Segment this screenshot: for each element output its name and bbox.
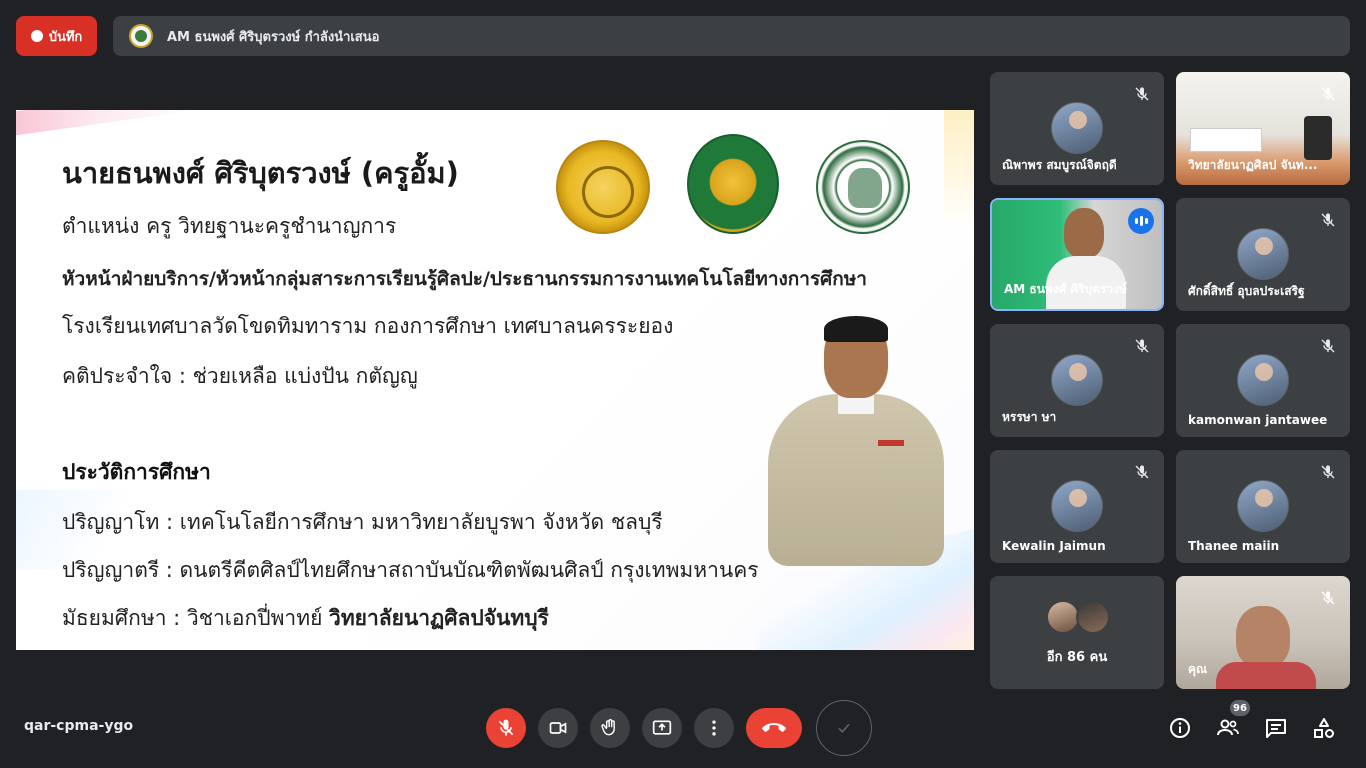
raise-hand-icon bbox=[601, 719, 615, 736]
participant-name: Kewalin Jaimun bbox=[1002, 539, 1106, 553]
education-bachelors: ปริญญาตรี : ดนตรีคีตศิลป์ไทยศึกษาสถาบันบ… bbox=[62, 558, 759, 582]
slide-school: โรงเรียนเทศบาลวัดโขดทิมทาราม กองการศึกษา… bbox=[62, 314, 674, 338]
university-seal-logo bbox=[556, 140, 650, 234]
mic-toggle-button[interactable] bbox=[486, 708, 526, 748]
education-secondary-prefix: มัธยมศึกษา : วิชาเอกปี่พาทย์ bbox=[62, 606, 330, 630]
mic-off-icon bbox=[1316, 334, 1340, 358]
participant-tile[interactable]: kamonwan jantawee bbox=[1176, 324, 1350, 437]
participant-tile[interactable]: ณิพาพร สมบูรณ์จิตฤดี bbox=[990, 72, 1164, 185]
participant-tile[interactable]: Thanee maiin bbox=[1176, 450, 1350, 563]
participant-name: ศักดิ์สิทธิ์ อุบลประเสริฐ bbox=[1188, 284, 1305, 298]
education-masters: ปริญญาโท : เทคโนโลยีการศึกษา มหาวิทยาลัย… bbox=[62, 510, 663, 534]
presentation-slide: นายธนพงศ์ ศิริบุตรวงษ์ (ครูอั้ม) ตำแหน่ง… bbox=[16, 110, 974, 650]
more-vert-icon bbox=[712, 720, 716, 736]
people-icon bbox=[1217, 719, 1239, 736]
people-button[interactable] bbox=[1214, 714, 1242, 742]
mic-off-icon bbox=[1130, 82, 1154, 106]
mic-off-icon bbox=[1130, 334, 1154, 358]
slide-decoration bbox=[16, 110, 197, 138]
slide-motto: คติประจำใจ : ช่วยเหลือ แบ่งปัน กตัญญู bbox=[62, 364, 418, 388]
avatar bbox=[1237, 480, 1289, 532]
activity-ring-button[interactable] bbox=[816, 700, 872, 756]
check-icon bbox=[838, 723, 850, 733]
hangup-icon bbox=[762, 723, 786, 732]
meet-window: บันทึก AM ธนพงศ์ ศิริบุตรวงษ์ กำลังนำเสน… bbox=[0, 0, 1366, 768]
mic-off-icon bbox=[1316, 208, 1340, 232]
avatar bbox=[1237, 354, 1289, 406]
presenter-avatar bbox=[129, 24, 153, 48]
slide-title: นายธนพงศ์ ศิริบุตรวงษ์ (ครูอั้ม) bbox=[62, 156, 459, 190]
education-secondary: มัธยมศึกษา : วิชาเอกปี่พาทย์ วิทยาลัยนาฏ… bbox=[62, 602, 549, 635]
participant-name: Thanee maiin bbox=[1188, 539, 1280, 553]
info-icon bbox=[1170, 718, 1190, 738]
presenter-portrait bbox=[768, 316, 944, 566]
more-options-button[interactable] bbox=[694, 708, 734, 748]
leave-call-button[interactable] bbox=[746, 708, 802, 748]
avatar bbox=[1051, 480, 1103, 532]
participant-tile[interactable]: ศักดิ์สิทธิ์ อุบลประเสริฐ bbox=[1176, 198, 1350, 311]
ministry-seal-logo bbox=[687, 134, 779, 234]
education-secondary-school: วิทยาลัยนาฏศิลปจันทบุรี bbox=[329, 606, 549, 630]
camera-toggle-button[interactable] bbox=[538, 708, 578, 748]
more-participants-label: อีก 86 คน bbox=[1046, 650, 1108, 665]
participant-count-badge: 96 bbox=[1230, 700, 1250, 716]
participant-name: วิทยาลัยนาฏศิลป จันท... bbox=[1188, 158, 1318, 172]
mic-off-icon bbox=[1316, 460, 1340, 484]
participant-name: kamonwan jantawee bbox=[1188, 413, 1328, 427]
mic-off-icon bbox=[1316, 586, 1340, 610]
education-heading: ประวัติการศึกษา bbox=[62, 460, 211, 484]
record-label: บันทึก bbox=[48, 29, 83, 45]
slide-position: ตำแหน่ง ครู วิทยฐานะครูชำนาญการ bbox=[62, 214, 397, 238]
raise-hand-button[interactable] bbox=[590, 708, 630, 748]
chat-icon bbox=[1266, 719, 1286, 738]
record-dot-icon bbox=[30, 30, 43, 42]
institute-seal-logo bbox=[816, 140, 910, 234]
participant-name: ณิพาพร สมบูรณ์จิตฤดี bbox=[1002, 158, 1117, 172]
avatar bbox=[1051, 354, 1103, 406]
participant-tile-active[interactable]: AM ธนพงศ์ ศิริบุตรวงษ์ bbox=[990, 198, 1164, 311]
participant-name: หรรษา ษา bbox=[1002, 410, 1057, 424]
participant-name: AM ธนพงศ์ ศิริบุตรวงษ์ bbox=[1004, 282, 1127, 296]
present-screen-icon bbox=[652, 720, 672, 735]
slide-roles: หัวหน้าฝ่ายบริการ/หัวหน้ากลุ่มสาระการเรี… bbox=[62, 268, 867, 290]
speaking-indicator-icon bbox=[1128, 208, 1154, 234]
present-screen-button[interactable] bbox=[642, 708, 682, 748]
mic-off-icon bbox=[1130, 460, 1154, 484]
presenting-banner: AM ธนพงศ์ ศิริบุตรวงษ์ กำลังนำเสนอ bbox=[113, 16, 1350, 56]
camera-icon bbox=[549, 722, 567, 734]
record-button[interactable]: บันทึก bbox=[16, 16, 97, 56]
activities-icon bbox=[1314, 718, 1334, 738]
participant-tile[interactable]: หรรษา ษา bbox=[990, 324, 1164, 437]
activities-button[interactable] bbox=[1310, 714, 1338, 742]
slide-decoration bbox=[944, 110, 974, 230]
more-participants-tile[interactable]: อีก 86 คน bbox=[990, 576, 1164, 689]
avatar bbox=[1051, 102, 1103, 154]
presenting-text: AM ธนพงศ์ ศิริบุตรวงษ์ กำลังนำเสนอ bbox=[167, 29, 380, 45]
mic-off-icon bbox=[498, 719, 514, 736]
meeting-details-button[interactable] bbox=[1166, 714, 1194, 742]
stacked-avatars bbox=[1046, 600, 1110, 634]
participant-name: คุณ bbox=[1188, 662, 1208, 676]
avatar bbox=[1237, 228, 1289, 280]
mic-off-icon bbox=[1316, 82, 1340, 106]
chat-button[interactable] bbox=[1262, 714, 1290, 742]
participant-tile[interactable]: วิทยาลัยนาฏศิลป จันท... bbox=[1176, 72, 1350, 185]
self-tile[interactable]: คุณ bbox=[1176, 576, 1350, 689]
meeting-code: qar-cpma-ygo bbox=[24, 718, 134, 734]
participant-tile[interactable]: Kewalin Jaimun bbox=[990, 450, 1164, 563]
